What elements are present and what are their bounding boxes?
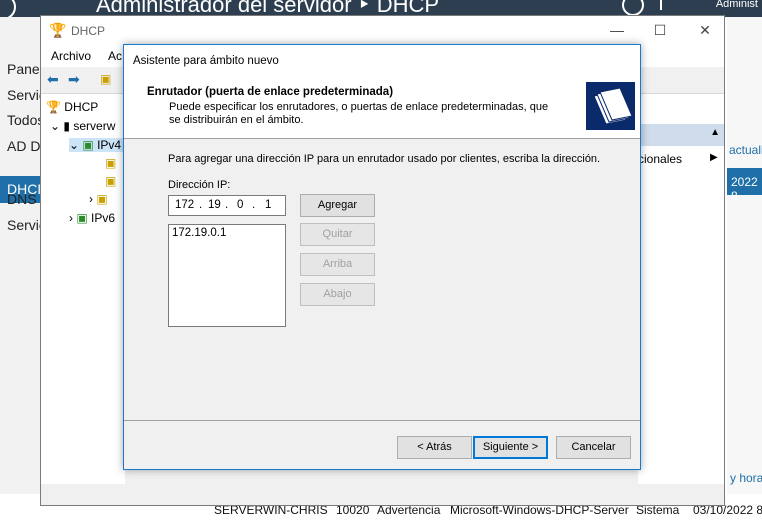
actions-pane: ▲ cionales ▶	[638, 94, 724, 484]
close-button[interactable]: ✕	[695, 20, 715, 40]
remove-button[interactable]: Quitar	[300, 223, 375, 246]
minimize-button[interactable]: —	[607, 20, 627, 40]
wizard-instruction: Para agregar una dirección IP para un en…	[168, 153, 601, 165]
tree-item-policies[interactable]: › ▣	[89, 192, 108, 206]
dhcp-window-title: DHCP	[71, 24, 106, 38]
ipv4-icon: ▣	[82, 138, 94, 152]
back-icon[interactable]	[0, 0, 16, 17]
more-actions-item[interactable]: cionales	[638, 152, 682, 166]
up-folder-icon[interactable]: ▣	[100, 72, 111, 86]
filter-folder-icon: ▣	[96, 192, 108, 206]
server-manager-right-pane	[727, 17, 762, 520]
back-button[interactable]: < Atrás	[397, 436, 472, 459]
tree-item-dhcp[interactable]: 🏆 DHCP	[46, 100, 98, 114]
next-button[interactable]: Siguiente >	[473, 436, 548, 459]
tree-item-ipv4[interactable]: ⌄ ▣ IPv4	[69, 138, 126, 152]
folder-icon[interactable]: ▣	[105, 174, 116, 188]
move-down-button[interactable]: Abajo	[300, 283, 375, 306]
ip-address-input[interactable]: 172 . 19 . 0 . 1	[168, 195, 286, 216]
forward-arrow-icon[interactable]: ➡	[68, 71, 80, 88]
date-time-fragment[interactable]: y hora	[730, 471, 762, 485]
new-scope-wizard: Asistente para ámbito nuevo Enrutador (p…	[123, 44, 641, 470]
wizard-separator	[124, 420, 640, 421]
wizard-header-description: Puede especificar los enrutadores, o pue…	[169, 101, 549, 126]
expand-chevron-icon[interactable]: ›	[69, 211, 73, 225]
tree-item-dhcp-label: DHCP	[64, 100, 99, 114]
router-list[interactable]: 172.19.0.1	[168, 224, 286, 327]
tree-item-ipv6[interactable]: › ▣ IPv6	[69, 211, 115, 225]
selected-date-fragment: 2022 8	[731, 175, 758, 203]
cancel-button[interactable]: Cancelar	[556, 436, 631, 459]
ip-dot: .	[199, 199, 203, 211]
expand-chevron-icon[interactable]: ⌄	[50, 119, 60, 133]
refresh-icon[interactable]	[622, 0, 644, 16]
tree-item-ipv4-label: IPv4	[97, 138, 122, 152]
dhcp-tree: 🏆 DHCP ⌄ ▮ serverw ⌄ ▣ IPv4 ▣ ▣ › ▣ › ▣ …	[41, 94, 126, 484]
flag-icon[interactable]	[660, 0, 674, 10]
folder-icon[interactable]: ▣	[105, 156, 116, 170]
nav-item-panel[interactable]: Panel	[7, 61, 43, 77]
router-list-item[interactable]: 172.19.0.1	[172, 227, 226, 239]
actions-header[interactable]: ▲	[638, 124, 724, 146]
ip-dot: .	[252, 199, 256, 211]
dhcp-window-titlebar[interactable]: 🏆 DHCP — ☐ ✕	[41, 16, 724, 45]
wizard-books-icon	[586, 82, 635, 130]
back-arrow-icon[interactable]: ⬅	[47, 71, 59, 88]
server-icon: ▮	[63, 119, 71, 133]
refresh-link-fragment[interactable]: actualiz	[729, 143, 762, 157]
tree-item-server[interactable]: ⌄ ▮ serverw	[50, 119, 115, 133]
ip-octet-3[interactable]: 0	[237, 199, 243, 211]
nav-item-todos-servidores[interactable]: Todos	[7, 112, 44, 128]
wizard-header-title: Enrutador (puerta de enlace predetermina…	[147, 86, 394, 98]
collapse-up-icon[interactable]: ▲	[710, 127, 720, 138]
ip-octet-1[interactable]: 172	[175, 199, 194, 211]
submenu-arrow-icon: ▶	[710, 152, 718, 163]
maximize-button[interactable]: ☐	[650, 20, 670, 40]
dhcp-app-icon: 🏆	[49, 22, 67, 38]
ip-octet-4[interactable]: 1	[265, 199, 271, 211]
nav-item-dns[interactable]: DNS	[7, 191, 37, 207]
wizard-titlebar[interactable]: Asistente para ámbito nuevo	[124, 45, 640, 75]
server-manager-nav: Panel Servic Todos AD D DHCP DNS Servic	[0, 17, 47, 520]
menu-accion[interactable]: Ac	[108, 49, 122, 63]
tree-item-server-label: serverw	[73, 119, 116, 133]
add-button[interactable]: Agregar	[300, 194, 375, 217]
wizard-header: Enrutador (puerta de enlace predetermina…	[124, 75, 640, 139]
expand-chevron-icon[interactable]: ⌄	[69, 138, 79, 152]
move-up-button[interactable]: Arriba	[300, 253, 375, 276]
wizard-title: Asistente para ámbito nuevo	[133, 55, 279, 67]
dhcp-tree-icon: 🏆	[46, 100, 61, 114]
expand-chevron-icon[interactable]: ›	[89, 192, 93, 206]
menu-archivo[interactable]: Archivo	[51, 49, 91, 63]
ipv6-icon: ▣	[76, 211, 88, 225]
nav-item-ad-ds[interactable]: AD D	[7, 138, 40, 154]
ip-dot: .	[225, 199, 229, 211]
tree-item-ipv6-label: IPv6	[91, 211, 116, 225]
dhcp-statusbar	[41, 484, 724, 505]
server-manager-menu-fragment[interactable]: Administ	[716, 0, 758, 10]
ip-address-label: Dirección IP:	[168, 179, 231, 191]
ip-octet-2[interactable]: 19	[208, 199, 221, 211]
selected-row-fragment: 2022 8	[727, 168, 762, 203]
